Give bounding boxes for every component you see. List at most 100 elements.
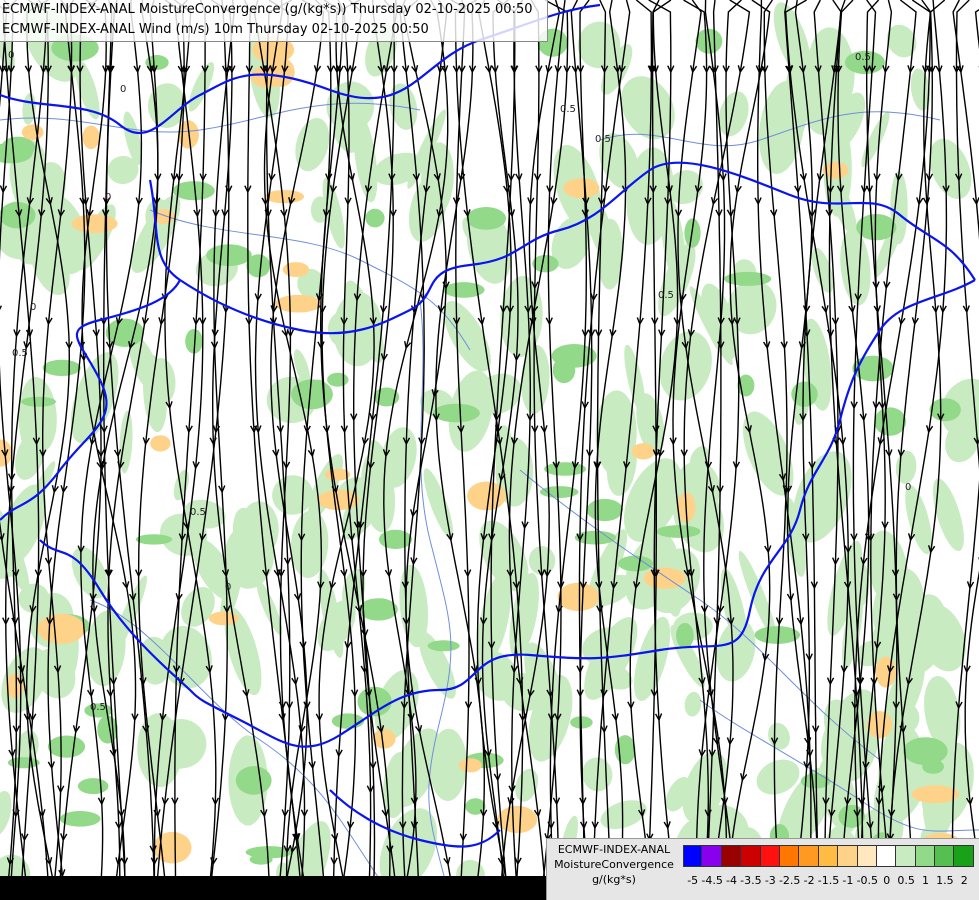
legend-swatch <box>760 845 780 867</box>
divergence-area <box>373 728 396 749</box>
legend-swatch <box>896 845 916 867</box>
legend-swatch <box>818 845 839 867</box>
strong-convergence-area <box>618 555 653 572</box>
legend-swatch <box>857 845 877 867</box>
strong-convergence-area <box>235 766 272 795</box>
divergence-area <box>643 567 686 589</box>
legend-tick-label: -3 <box>764 874 776 887</box>
strong-convergence-area <box>246 254 271 278</box>
strong-convergence-area <box>327 372 349 387</box>
legend-swatch <box>683 845 703 867</box>
strong-convergence-area <box>544 462 586 476</box>
strong-convergence-area <box>466 207 507 230</box>
legend-parameter: MoistureConvergence <box>554 858 674 871</box>
title-wind: ECMWF-INDEX-ANAL Wind (m/s) 10m Thursday… <box>2 22 429 37</box>
legend-tick-label: -1 <box>842 874 854 887</box>
map-title-box: ECMWF-INDEX-ANAL MoistureConvergence (g/… <box>0 0 548 42</box>
legend-swatch <box>741 845 761 867</box>
legend-swatches <box>683 845 974 867</box>
legend-swatch <box>935 845 955 867</box>
strong-convergence-area <box>532 255 559 273</box>
strong-convergence-area <box>135 534 173 545</box>
legend-swatch <box>954 845 974 867</box>
strong-convergence-area <box>676 622 694 649</box>
strong-convergence-area <box>378 529 413 550</box>
legend-tick-label: -5 <box>687 874 699 887</box>
divergence-area <box>150 435 171 452</box>
contour-label: 0.5 <box>12 348 28 359</box>
strong-convergence-area <box>656 525 701 538</box>
legend-tick-label: -0.5 <box>856 874 879 887</box>
legend-tick-label: -2 <box>803 874 815 887</box>
map-bottom-strip <box>0 876 546 900</box>
strong-convergence-area <box>838 804 865 828</box>
legend-tick-label: 0.5 <box>897 874 915 887</box>
legend-swatch <box>799 845 819 867</box>
strong-convergence-area <box>929 398 961 422</box>
divergence-area <box>557 582 600 612</box>
contour-label: 0 <box>30 302 36 313</box>
divergence-area <box>282 262 310 278</box>
legend-tick-label: -3.5 <box>740 874 762 887</box>
strong-convergence-area <box>365 208 385 228</box>
legend-model: ECMWF-INDEX-ANAL <box>557 843 671 856</box>
divergence-area <box>497 805 538 834</box>
contour-label: 0.5 <box>90 702 106 713</box>
divergence-area <box>37 613 85 645</box>
map-field: 0 0 0 0 0.5 0.5 0.5 0.5 0.5 0.5 0 0 0.5 <box>0 0 979 900</box>
legend-swatch <box>838 845 858 867</box>
contour-label: 0 <box>120 84 126 95</box>
contour-label: 0.5 <box>855 52 871 63</box>
weather-map: 0 0 0 0 0.5 0.5 0.5 0.5 0.5 0.5 0 0 0.5 ECMWF-INDEX-… <box>0 0 979 900</box>
contour-label: 0.5 <box>595 134 611 145</box>
contour-label: 0 <box>905 482 911 493</box>
divergence-area <box>458 758 482 773</box>
legend-unit: g/(kg*s) <box>592 873 636 886</box>
color-legend: ECMWF-INDEX-ANAL MoistureConvergence g/(… <box>546 838 979 900</box>
divergence-area <box>264 190 305 204</box>
strong-convergence-area <box>42 359 81 376</box>
strong-convergence-area <box>206 244 252 267</box>
legend-label: ECMWF-INDEX-ANAL MoistureConvergence g/(… <box>547 842 681 887</box>
legend-ticks: -5 -4.5 -4 -3.5 -3 -2.5 -2 -1.5 -1 -0.5 0 0.5 1 1.5 2 <box>683 874 977 888</box>
legend-tick-label: 1.5 <box>936 874 954 887</box>
contour-label: 0 <box>8 50 14 61</box>
legend-tick-label: 0 <box>883 874 891 887</box>
strong-convergence-area <box>874 407 907 436</box>
divergence-area <box>274 294 322 313</box>
strong-convergence-area <box>47 735 86 758</box>
contour-label: 0 <box>225 582 231 593</box>
legend-swatch <box>915 845 936 867</box>
legend-tick-label: -1.5 <box>817 874 840 887</box>
strong-convergence-area <box>427 640 460 652</box>
contour-label: 0.5 <box>560 104 576 115</box>
divergence-area <box>21 124 44 140</box>
title-moisture-convergence: ECMWF-INDEX-ANAL MoistureConvergence (g/… <box>2 2 533 17</box>
divergence-area <box>265 57 295 87</box>
legend-swatch <box>779 845 800 867</box>
strong-convergence-area <box>903 737 948 765</box>
contour-label: 0.5 <box>190 507 206 518</box>
legend-swatch <box>721 845 742 867</box>
divergence-area <box>563 178 600 199</box>
contour-label: 0.5 <box>658 290 674 301</box>
divergence-area <box>911 785 960 804</box>
strong-convergence-area <box>77 778 109 795</box>
strong-convergence-area <box>723 271 772 286</box>
strong-convergence-area <box>432 403 480 423</box>
divergence-area <box>71 214 118 234</box>
strong-convergence-area <box>586 498 623 522</box>
positive-convergence-area <box>239 501 279 558</box>
legend-tick-label: 2 <box>960 874 968 887</box>
divergence-area <box>631 443 655 460</box>
strong-convergence-area <box>358 598 398 621</box>
strong-convergence-area <box>21 396 57 407</box>
divergence-area <box>82 125 100 150</box>
legend-swatch <box>876 845 897 867</box>
legend-tick-label: 1 <box>922 874 929 887</box>
strong-convergence-area <box>552 357 576 384</box>
legend-tick-label: -4 <box>726 874 737 887</box>
strong-convergence-area <box>249 854 273 865</box>
contour-label: 0 <box>105 192 111 203</box>
divergence-area <box>875 656 896 688</box>
